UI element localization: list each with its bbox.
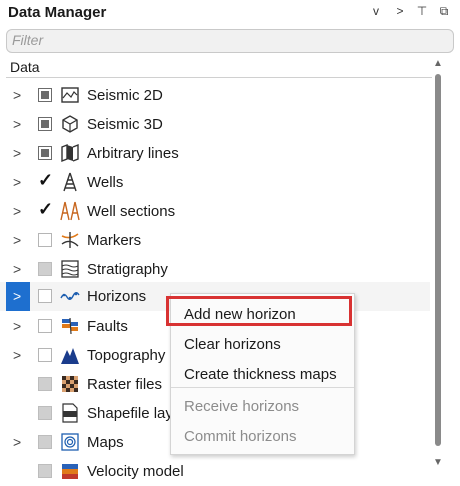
tree-item-well-sections[interactable]: > Well sections [0,197,430,226]
chevron-right-icon[interactable]: > [13,232,21,248]
checkbox-velocity-model[interactable] [38,464,52,478]
tree-item-label: Wells [87,174,124,191]
seismic-2d-icon [60,85,80,105]
velocity-model-icon [60,461,80,481]
tree-item-label: Seismic 2D [87,87,163,104]
tree-item-label: Well sections [87,203,176,220]
filter-box [6,29,454,53]
horizons-icon [60,286,80,306]
checkbox-maps[interactable] [38,435,52,449]
tree-item-label: Maps [87,434,124,451]
faults-icon [60,316,80,336]
well-derrick-icon [60,172,80,192]
checkbox-stratigraphy[interactable] [38,262,52,276]
stratigraphy-icon [60,259,80,279]
tree-item-label: Markers [87,232,142,249]
float-window-icon[interactable]: ⧉ [436,4,452,19]
chevron-right-icon[interactable]: > [13,261,21,277]
pin-icon[interactable]: ⊤ [414,4,430,18]
checkbox-raster-files[interactable] [38,377,52,391]
menu-item-receive-horizons: Receive horizons [184,398,300,415]
chevron-right-icon[interactable]: > [13,347,21,363]
tree-item-seismic-2d[interactable]: > Seismic 2D [0,81,430,110]
checkbox-markers[interactable] [38,233,52,247]
well-sections-icon [60,201,80,221]
scrollbar-thumb[interactable] [435,74,441,446]
column-header-data[interactable]: Data [6,58,432,78]
chevron-down-icon[interactable]: v [368,4,384,18]
seismic-3d-icon [60,114,80,134]
menu-separator [171,387,354,388]
checkbox-topography[interactable] [38,348,52,362]
raster-files-icon [60,374,80,394]
tree-item-seismic-3d[interactable]: > Seismic 3D [0,110,430,139]
chevron-right-icon[interactable]: > [13,145,21,161]
checkbox-faults[interactable] [38,319,52,333]
tree-item-arbitrary-lines[interactable]: > Arbitrary lines [0,139,430,168]
tree-item-label: Horizons [87,288,147,305]
tree-item-wells[interactable]: > Wells [0,168,430,197]
tree-item-label: Raster files [87,376,163,393]
tree-item-label: Stratigraphy [87,261,168,278]
menu-item-add-new-horizon[interactable]: Add new horizon [184,306,296,323]
tree-item-stratigraphy[interactable]: > Stratigraphy [0,255,430,284]
tree-item-label: Arbitrary lines [87,145,179,162]
tree-item-label: Seismic 3D [87,116,163,133]
checkbox-shapefile-layers[interactable] [38,406,52,420]
menu-item-commit-horizons: Commit horizons [184,428,297,445]
menu-item-clear-horizons[interactable]: Clear horizons [184,336,281,353]
chevron-right-icon[interactable]: > [13,116,21,132]
checkbox-well-sections[interactable] [38,199,53,220]
checkbox-wells[interactable] [38,170,53,191]
tree-item-label: Velocity model [87,463,184,480]
filter-input[interactable] [7,30,432,50]
checkbox-arbitrary-lines[interactable] [38,146,52,160]
shapefile-icon [60,403,80,423]
arbitrary-lines-icon [60,143,80,163]
menu-item-create-thickness-maps[interactable]: Create thickness maps [184,366,337,383]
tree-item-label: Faults [87,318,128,335]
topography-icon [60,345,80,365]
chevron-right-icon[interactable]: > [13,87,21,103]
tree-item-velocity-model[interactable]: Velocity model [0,457,430,486]
context-menu: Add new horizon Clear horizons Create th… [170,293,355,455]
scroll-down-icon[interactable]: ▼ [433,457,443,468]
scroll-up-icon[interactable]: ▲ [433,58,443,69]
maps-icon [60,432,80,452]
chevron-right-icon[interactable]: > [13,288,21,304]
chevron-right-icon[interactable]: > [392,4,408,18]
panel-title: Data Manager [8,4,107,21]
chevron-right-icon[interactable]: > [13,434,21,450]
tree-item-markers[interactable]: > Markers [0,226,430,255]
tree-item-label: Topography [87,347,166,364]
vertical-scrollbar[interactable]: ▲ ▼ [432,58,446,468]
chevron-right-icon[interactable]: > [13,174,21,190]
checkbox-horizons[interactable] [38,289,52,303]
chevron-right-icon[interactable]: > [13,203,21,219]
markers-icon [60,230,80,250]
checkbox-seismic-2d[interactable] [38,88,52,102]
panel-header: Data Manager v > ⊤ ⧉ [0,0,460,28]
checkbox-seismic-3d[interactable] [38,117,52,131]
chevron-right-icon[interactable]: > [13,318,21,334]
